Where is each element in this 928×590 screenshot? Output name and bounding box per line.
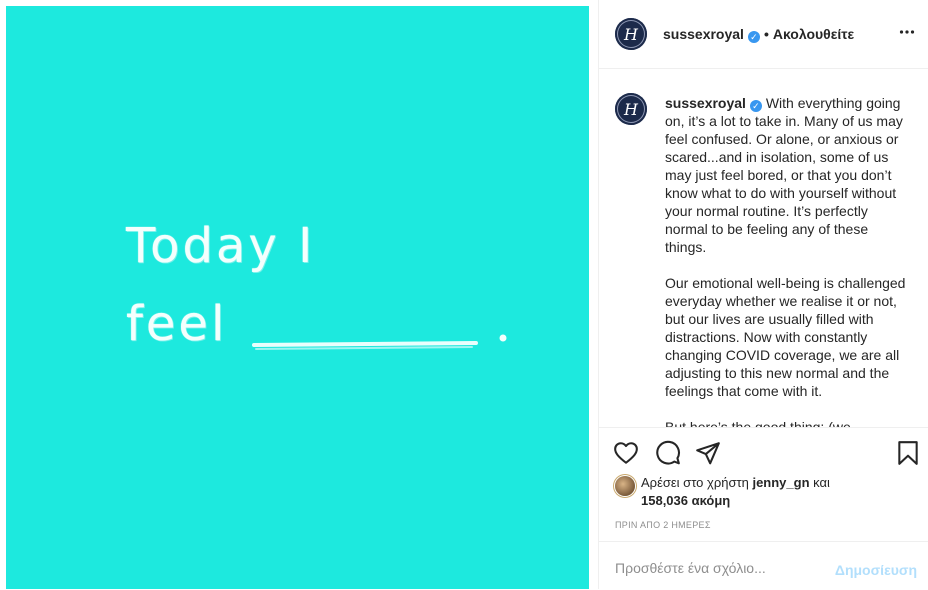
verified-badge-icon: ✓ — [749, 100, 762, 112]
post-timestamp[interactable]: ΠΡΙΝ ΑΠΟ 2 ΗΜΕΡΕΣ — [615, 520, 711, 530]
post-sidebar: H sussexroyal ✓ • Ακολουθείτε H sussexroyal… — [598, 0, 928, 589]
caption-text: With everything going on, it’s a lot to … — [665, 95, 906, 427]
liker-username[interactable]: jenny_gn — [752, 475, 809, 490]
likes-count[interactable]: 158,036 ακόμη — [641, 492, 730, 510]
likes-prefix: Αρέσει στο χρήστη — [641, 475, 753, 490]
post-actions: Αρέσει στο χρήστη jenny_gn και 158,036 α… — [599, 427, 928, 546]
image-text-line2: feel — [126, 296, 228, 352]
caption-section: H sussexroyal ✓ With everything going on,… — [599, 69, 928, 427]
header-username[interactable]: sussexroyal — [663, 26, 744, 42]
likes-suffix: και — [809, 475, 830, 490]
more-horizontal-icon[interactable] — [899, 24, 915, 40]
post-header: H sussexroyal ✓ • Ακολουθείτε — [599, 0, 928, 69]
follow-status[interactable]: Ακολουθείτε — [773, 26, 854, 42]
add-comment-bar: Δημοσίευση — [599, 541, 928, 590]
avatar-monogram: H — [624, 24, 638, 44]
post-image[interactable]: Today I feel — [6, 6, 589, 589]
bookmark-icon[interactable] — [895, 440, 921, 466]
verified-badge-icon: ✓ — [747, 31, 760, 43]
chalk-drawing — [252, 334, 507, 350]
profile-avatar[interactable]: H — [615, 18, 647, 50]
caption-avatar[interactable]: H — [615, 93, 647, 125]
image-text-line1: Today I — [126, 218, 316, 274]
avatar-monogram: H — [624, 99, 638, 119]
comment-input[interactable] — [613, 556, 817, 580]
liker-avatar[interactable] — [615, 476, 635, 496]
post-comment-button[interactable]: Δημοσίευση — [835, 562, 917, 578]
separator-dot: • — [763, 26, 769, 42]
share-icon[interactable] — [695, 440, 721, 466]
caption: sussexroyal ✓ With everything going on, i… — [665, 94, 911, 427]
heart-icon[interactable] — [613, 440, 639, 466]
caption-username[interactable]: sussexroyal — [665, 95, 746, 111]
comment-icon[interactable] — [655, 440, 681, 466]
